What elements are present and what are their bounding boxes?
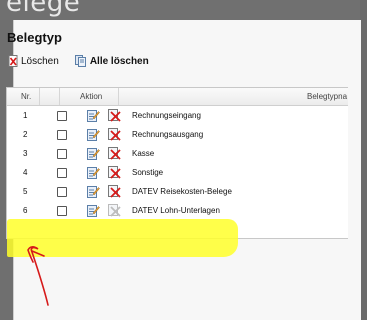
row-checkbox[interactable] — [57, 111, 67, 121]
row-checkbox[interactable] — [57, 187, 67, 197]
header-belegtypname[interactable]: Belegtypna — [307, 88, 347, 105]
table-row[interactable]: 4 Sonstige — [19, 163, 360, 182]
belegtyp-name: Sonstige — [132, 168, 164, 177]
header-nr[interactable]: Nr. — [21, 88, 31, 105]
table-row[interactable]: 1 Rechnungseingang — [19, 106, 360, 125]
delete-icon[interactable] — [108, 147, 121, 160]
table-row[interactable]: 3 Kasse — [19, 144, 360, 163]
belegtyp-name: Kasse — [132, 149, 155, 158]
header-divider — [59, 88, 60, 105]
delete-button-label: Löschen — [21, 55, 59, 67]
delete-icon[interactable] — [108, 185, 121, 198]
row-checkbox[interactable] — [57, 149, 67, 159]
header-divider — [118, 88, 119, 105]
delete-icon — [108, 204, 121, 217]
delete-icon[interactable] — [108, 166, 121, 179]
delete-button[interactable]: Löschen — [8, 55, 59, 67]
row-number: 4 — [23, 168, 28, 177]
belegtyp-name: DATEV Reisekosten-Belege — [132, 187, 232, 196]
header-aktion[interactable]: Aktion — [80, 88, 102, 105]
header-divider — [39, 88, 40, 105]
row-number: 1 — [23, 111, 28, 120]
belegtyp-name: Rechnungseingang — [132, 111, 201, 120]
delete-all-documents-icon — [74, 55, 86, 67]
window-edge — [360, 0, 367, 320]
page-title: Belegtyp — [7, 30, 62, 45]
edit-icon[interactable] — [87, 185, 100, 198]
delete-icon[interactable] — [108, 128, 121, 141]
delete-all-button-label: Alle löschen — [89, 55, 149, 67]
row-number: 5 — [23, 187, 28, 196]
edit-icon[interactable] — [87, 147, 100, 160]
edit-icon[interactable] — [87, 166, 100, 179]
delete-icon[interactable] — [108, 109, 121, 122]
row-number: 6 — [23, 206, 28, 215]
toolbar: Löschen Alle löschen — [8, 55, 149, 67]
edit-icon[interactable] — [87, 204, 100, 217]
delete-all-button[interactable]: Alle löschen — [74, 55, 149, 67]
belegtyp-name: Rechnungsausgang — [132, 130, 204, 139]
window-title: elege — [6, 0, 81, 18]
row-checkbox[interactable] — [57, 168, 67, 178]
row-checkbox[interactable] — [57, 206, 67, 216]
window-titlebar: elege — [0, 0, 367, 20]
yellow-highlight-annotation — [7, 219, 238, 257]
row-number: 3 — [23, 149, 28, 158]
table-header: Nr. Aktion Belegtypna — [7, 88, 348, 106]
table-row[interactable]: 2 Rechnungsausgang — [19, 125, 360, 144]
edit-icon[interactable] — [87, 109, 100, 122]
table-row[interactable]: 5 DATEV Reisekosten-Belege — [19, 182, 360, 201]
row-checkbox[interactable] — [57, 130, 67, 140]
table-row[interactable]: 6 DATEV Lohn-Unterlagen — [19, 201, 360, 220]
row-number: 2 — [23, 130, 28, 139]
edit-icon[interactable] — [87, 128, 100, 141]
belegtyp-name: DATEV Lohn-Unterlagen — [132, 206, 220, 215]
delete-document-icon — [8, 55, 18, 67]
